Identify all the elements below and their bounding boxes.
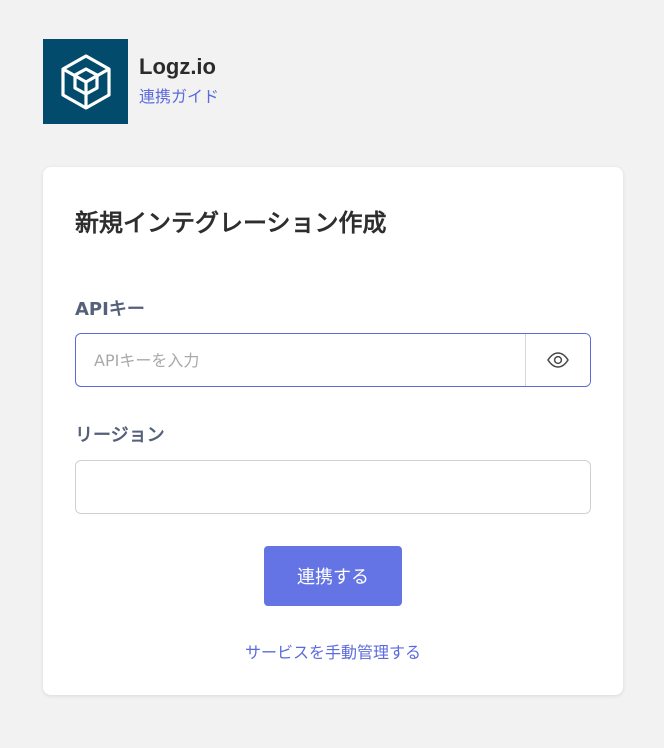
api-key-label: APIキー <box>75 299 145 320</box>
manual-manage-link[interactable]: サービスを手動管理する <box>43 639 623 663</box>
header-text: Logz.io 連携ガイド <box>139 39 219 107</box>
integration-form-card: 新規インテグレーション作成 APIキー リージョン 連携する サービスを手動管理… <box>43 167 623 695</box>
connect-button[interactable]: 連携する <box>264 546 402 606</box>
cube-logo-icon <box>60 53 111 110</box>
show-password-toggle[interactable] <box>525 334 590 386</box>
header: Logz.io 連携ガイド <box>43 39 219 124</box>
form-title: 新規インテグレーション作成 <box>75 209 387 237</box>
logzio-logo <box>43 39 128 124</box>
eye-icon <box>547 352 569 368</box>
api-key-field <box>75 333 591 387</box>
integration-guide-link[interactable]: 連携ガイド <box>139 83 219 107</box>
region-select[interactable] <box>75 460 591 514</box>
region-label: リージョン <box>75 425 165 446</box>
api-key-input[interactable] <box>76 334 525 386</box>
app-name: Logz.io <box>139 54 216 79</box>
